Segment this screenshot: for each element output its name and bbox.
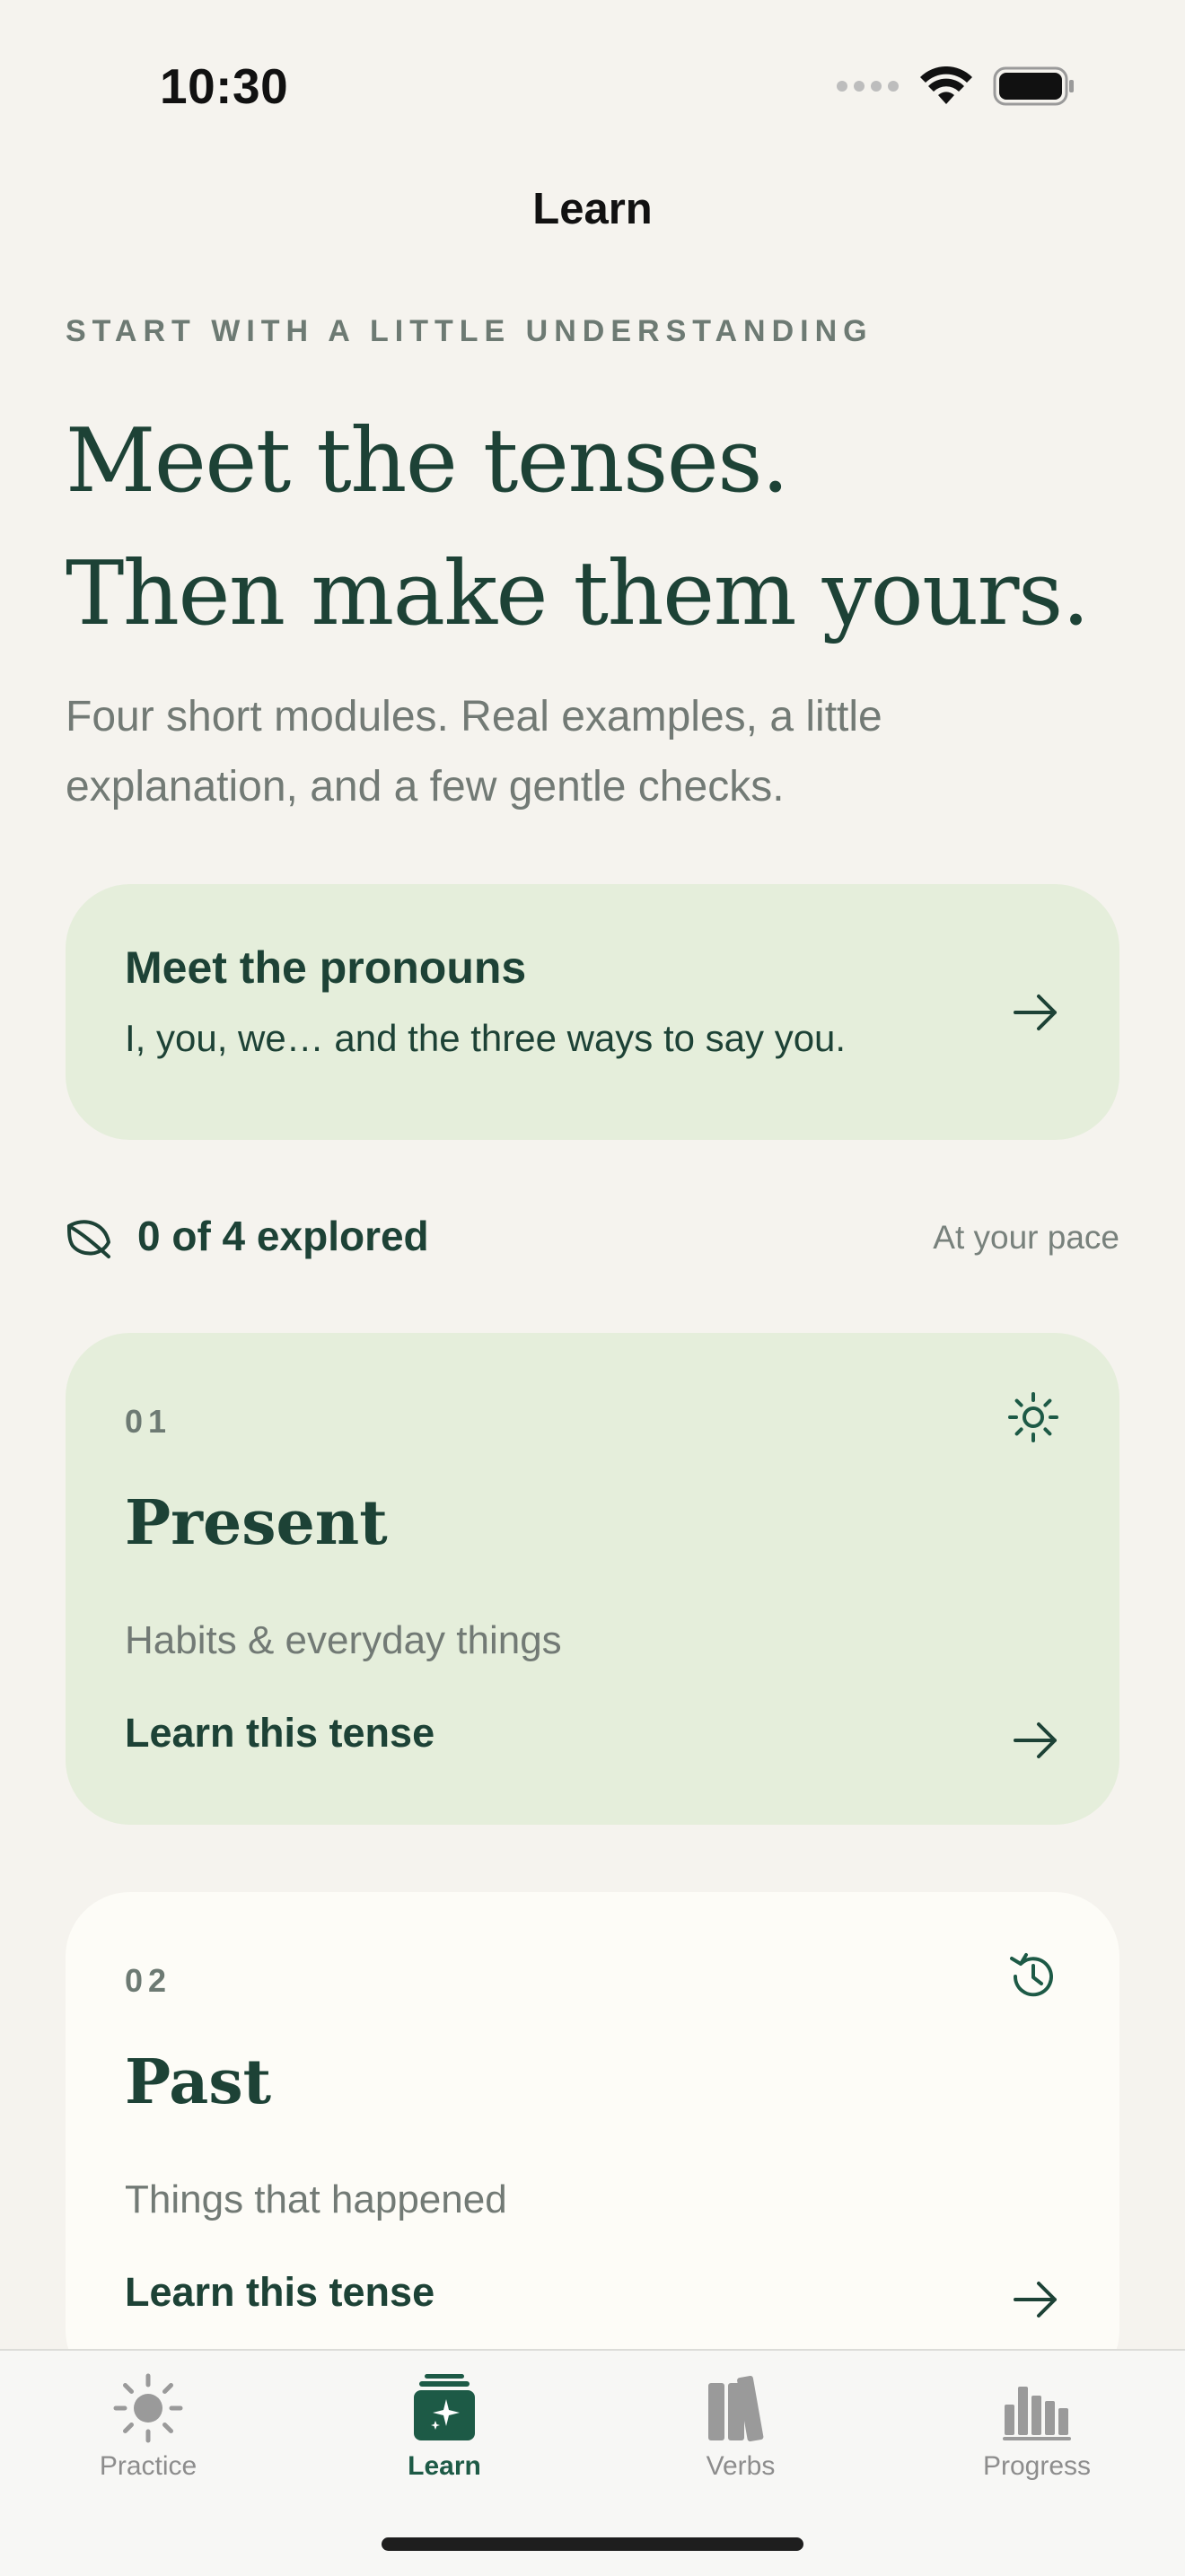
headline-line-1: Meet the tenses. [66, 410, 789, 513]
tab-learn[interactable]: Learn [296, 2351, 592, 2512]
bar-chart-icon [1003, 2387, 1071, 2440]
arrow-right-icon [1014, 1722, 1057, 1758]
tab-label: Verbs [706, 2451, 776, 2481]
intro-description: Four short modules. Real examples, a lit… [66, 693, 882, 810]
tense-card-present[interactable]: 01 Present Habits & everyday things Lear… [66, 1333, 1119, 1825]
cellular-signal-icon [837, 81, 899, 92]
tense-number: 02 [125, 1962, 172, 1999]
history-icon [1010, 1953, 1053, 1997]
intro-headline: Meet the tenses. Then make them yours. [66, 395, 1090, 661]
tense-name: Present [125, 1487, 388, 1559]
tab-practice[interactable]: Practice [0, 2351, 296, 2512]
books-icon [708, 2376, 764, 2442]
headline-line-2: Then make them yours. [66, 543, 1090, 645]
pace-label: At your pace [933, 1219, 1119, 1256]
battery-icon [993, 66, 1074, 106]
tab-verbs[interactable]: Verbs [592, 2351, 889, 2512]
tense-number: 01 [125, 1403, 172, 1440]
tense-card-past[interactable]: 02 Past Things that happened Learn this … [66, 1892, 1119, 2395]
wifi-icon [920, 66, 972, 104]
sun-icon [113, 2373, 183, 2443]
explored-count: 0 of 4 explored [137, 1213, 429, 1259]
tab-label: Progress [982, 2451, 1092, 2481]
arrow-right-icon [1014, 2282, 1057, 2318]
arrow-right-icon [1014, 994, 1057, 1030]
sun-icon [1008, 1392, 1058, 1442]
meet-pronouns-card[interactable]: Meet the pronouns I, you, we… and the th… [66, 884, 1119, 1140]
tense-description: Things that happened [125, 2177, 507, 2221]
learn-tense-link[interactable]: Learn this tense [125, 2269, 434, 2316]
page-title: Learn [532, 185, 653, 233]
tab-label: Practice [99, 2451, 198, 2481]
learn-cards-icon [414, 2374, 475, 2440]
progress-row: 0 of 4 explored At your pace [66, 1203, 1119, 1275]
tense-description: Habits & everyday things [125, 1618, 562, 1662]
intro-kicker: START WITH A LITTLE UNDERSTANDING [66, 314, 873, 348]
home-indicator[interactable] [382, 2537, 803, 2551]
learn-tense-link[interactable]: Learn this tense [125, 1710, 434, 1757]
tab-progress[interactable]: Progress [889, 2351, 1185, 2512]
leaf-icon [67, 1220, 110, 1258]
status-time: 10:30 [160, 58, 289, 114]
status-bar: 10:30 [0, 0, 1185, 162]
pronoun-card-title: Meet the pronouns [125, 942, 527, 993]
status-icons [837, 66, 1075, 106]
pronoun-card-subtitle: I, you, we… and the three ways to say yo… [125, 1017, 847, 1059]
tense-name: Past [125, 2046, 272, 2118]
tab-label: Learn [408, 2451, 481, 2481]
